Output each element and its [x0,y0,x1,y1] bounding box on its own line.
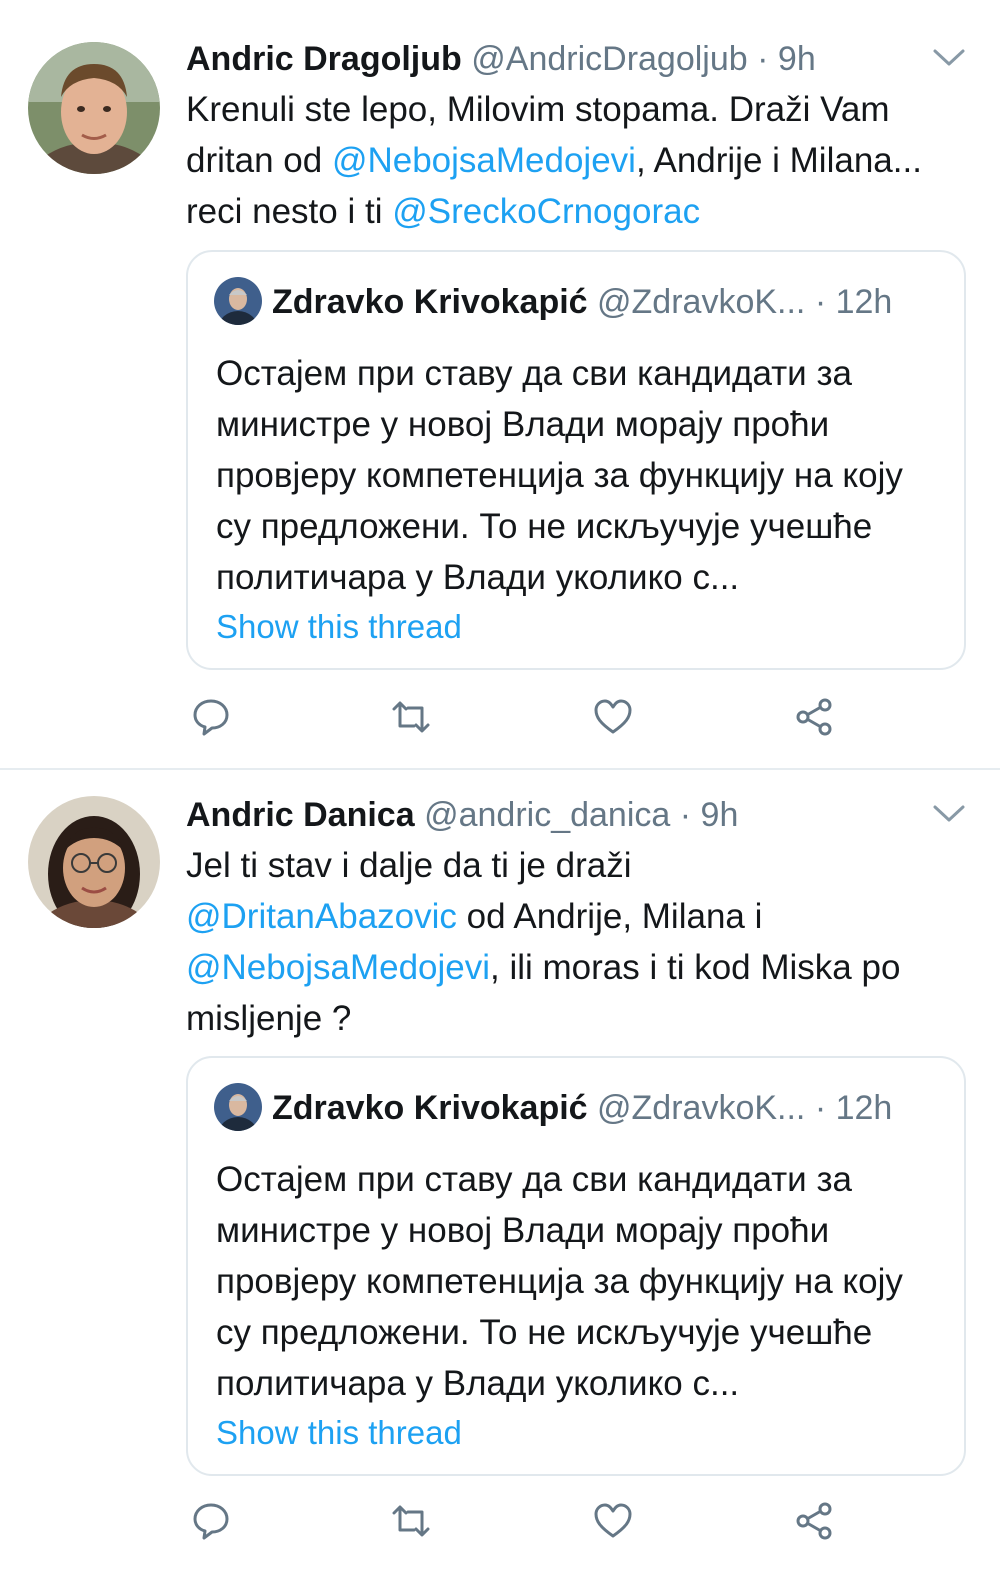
chevron-down-icon[interactable] [932,48,966,68]
quoted-timestamp: 12h [835,283,893,321]
tweet-text: Jel ti stav i dalje da ti je draži @Drit… [186,840,970,1044]
reply-icon[interactable] [188,694,234,740]
retweet-icon[interactable] [388,694,434,740]
quoted-author-handle: @ZdravkoK... [597,1089,806,1127]
chevron-down-icon[interactable] [932,804,966,824]
show-thread-link[interactable]: Show this thread [216,604,462,650]
tweet-text-part: od Andrije, Milana i [456,897,763,936]
mention-link[interactable]: @NebojsaMedojevi [186,948,490,987]
quoted-author-name: Zdravko Krivokapić [272,1089,588,1127]
separator-dot: · [757,40,769,78]
quoted-tweet-text: Остајем при ставу да сви кандидати за ми… [216,354,903,597]
avatar[interactable] [28,796,160,928]
author-name[interactable]: Andric Danica [186,796,415,834]
tweet-header: Andric Dragoljub @AndricDragoljub · 9h [186,36,930,82]
separator-dot: · [814,1089,827,1127]
quoted-tweet-header: Zdravko Krivokapić @ZdravkoK... · 12h [214,276,938,328]
reply-icon[interactable] [188,1498,234,1544]
share-icon[interactable] [792,694,838,740]
tweet-actions [186,1498,886,1548]
separator-dot: · [679,796,692,834]
mention-link[interactable]: @NebojsaMedojevi [332,141,636,180]
quoted-tweet[interactable]: Zdravko Krivokapić @ZdravkoK... · 12h Ос… [186,250,966,670]
retweet-icon[interactable] [388,1498,434,1544]
timestamp[interactable]: 9h [778,40,816,78]
mention-link[interactable]: @DritanAbazovic [186,897,457,936]
show-thread-link[interactable]: Show this thread [216,1410,462,1456]
quoted-author-name: Zdravko Krivokapić [272,283,588,321]
like-icon[interactable] [590,694,636,740]
author-name[interactable]: Andric Dragoljub [186,40,462,78]
share-icon[interactable] [792,1498,838,1544]
tweet-actions [186,694,886,744]
quoted-avatar [214,277,262,326]
tweet-header: Andric Danica @andric_danica · 9h [186,792,930,838]
quoted-author-handle: @ZdravkoK... [597,283,806,321]
quoted-timestamp: 12h [835,1089,893,1127]
separator-dot: · [814,283,827,321]
tweet[interactable]: Andric Danica @andric_danica · 9h Jel ti… [0,770,1000,1575]
quoted-tweet-header: Zdravko Krivokapić @ZdravkoK... · 12h [214,1082,938,1134]
author-handle[interactable]: @andric_danica [424,796,670,834]
timestamp[interactable]: 9h [701,796,739,834]
quoted-avatar [214,1083,262,1132]
avatar[interactable] [28,42,160,174]
quoted-tweet[interactable]: Zdravko Krivokapić @ZdravkoK... · 12h Ос… [186,1056,966,1476]
like-icon[interactable] [590,1498,636,1544]
tweet-text-part: Jel ti stav i dalje da ti je draži [186,846,632,885]
quoted-tweet-text: Остајем при ставу да сви кандидати за ми… [216,1160,903,1403]
tweet-text: Krenuli ste lepo, Milovim stopama. Draži… [186,84,970,237]
tweet[interactable]: Andric Dragoljub @AndricDragoljub · 9h K… [0,0,1000,770]
mention-link[interactable]: @SreckoCrnogorac [392,192,700,231]
author-handle[interactable]: @AndricDragoljub [471,40,747,78]
